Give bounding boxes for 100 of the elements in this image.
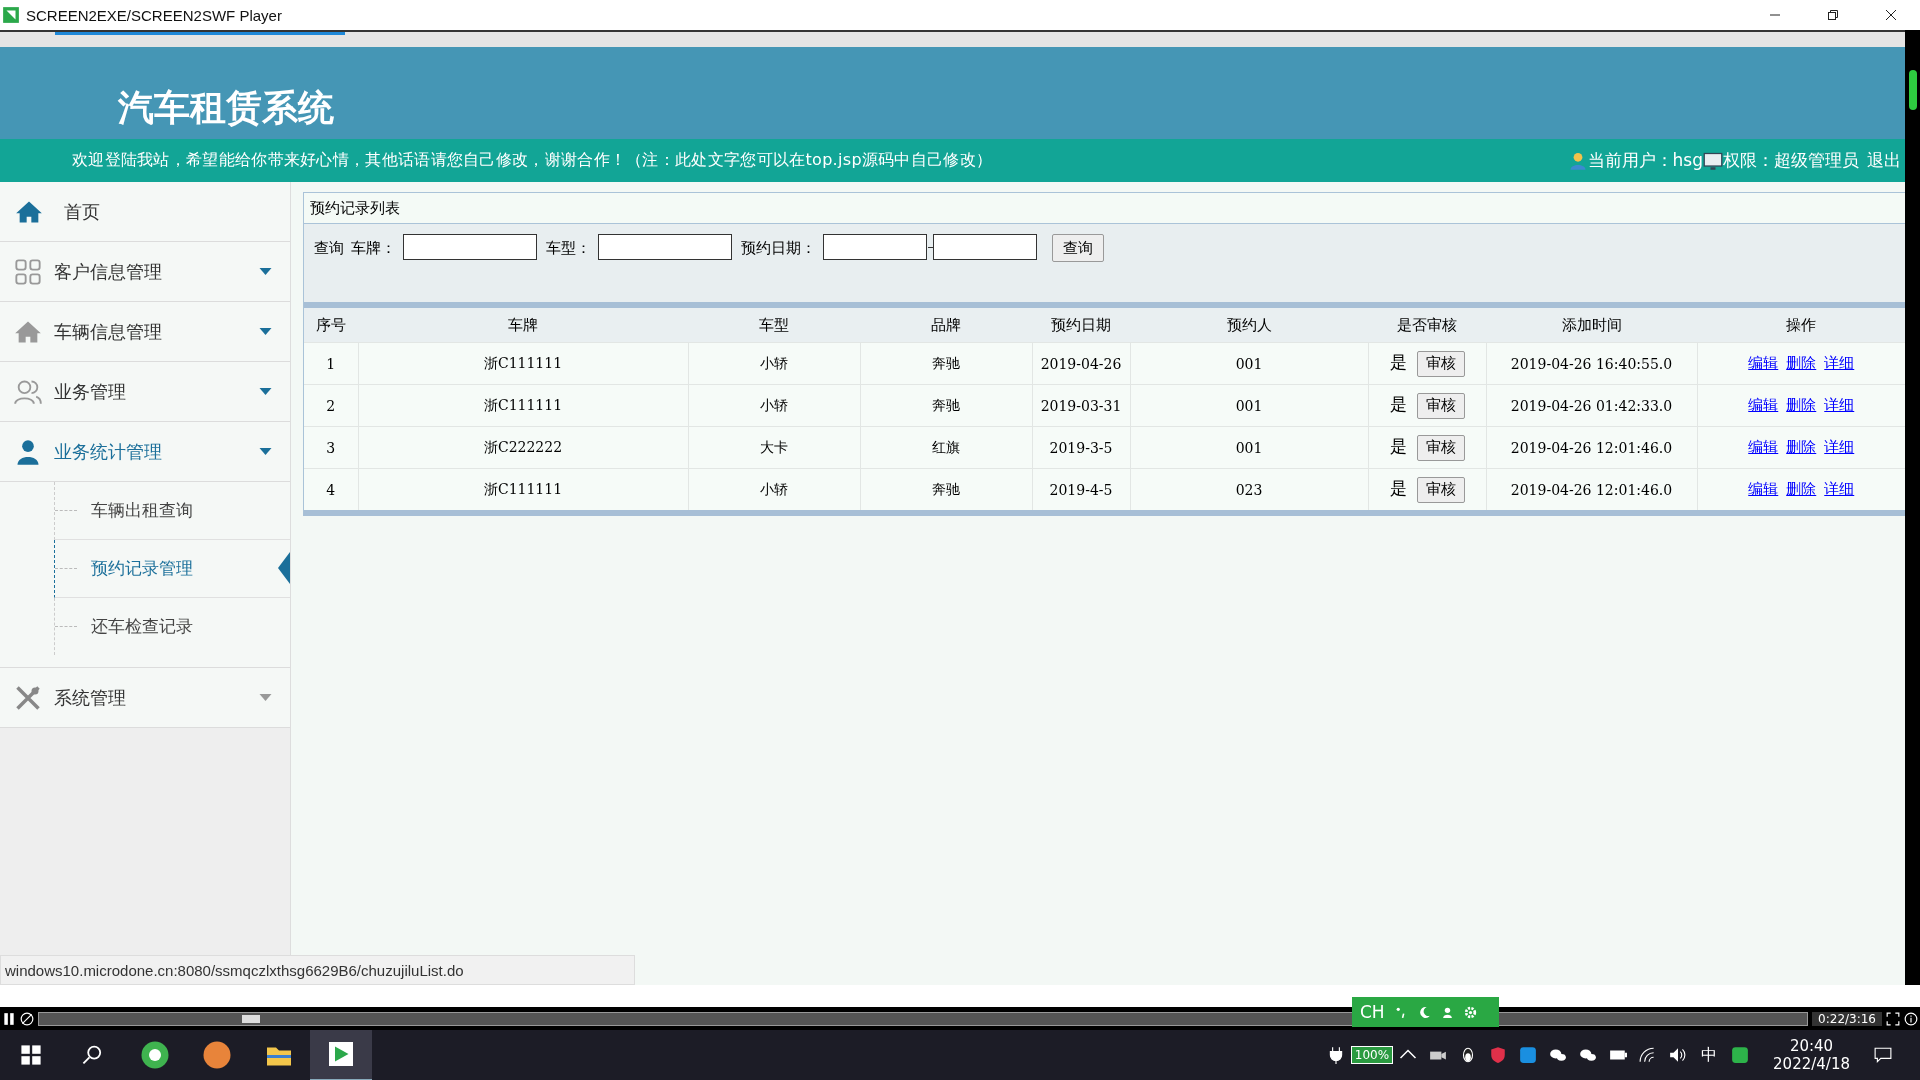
- table-cell: 浙C111111: [358, 384, 688, 427]
- clock-date: 2022/4/18: [1773, 1055, 1850, 1073]
- app-tile-icon[interactable]: [1519, 1046, 1538, 1064]
- fullscreen-icon[interactable]: [1886, 1011, 1900, 1026]
- restore-icon[interactable]: [1827, 9, 1839, 21]
- action-link[interactable]: 删除: [1786, 354, 1817, 372]
- input-field[interactable]: [933, 234, 1037, 260]
- table-cell: 2019-04-26 01:42:33.0: [1486, 384, 1697, 427]
- column-header: 预约日期: [1032, 308, 1130, 343]
- status-url: windows10.microdone.cn:8080/ssmqczlxthsg6629B6/chuzujiluList.do: [0, 955, 635, 985]
- table-cell: 小轿: [688, 342, 860, 385]
- table-cell: 4: [304, 468, 358, 510]
- chat-icon[interactable]: [1549, 1046, 1568, 1064]
- action-link[interactable]: 删除: [1786, 396, 1817, 414]
- table-cell: 023: [1130, 468, 1368, 510]
- action-link[interactable]: 编辑: [1748, 396, 1779, 414]
- audit-status: 是: [1389, 352, 1407, 372]
- table-cell: 大卡: [688, 426, 860, 469]
- column-header: 预约人: [1130, 308, 1368, 343]
- table-cell: 奔驰: [860, 342, 1032, 385]
- table-cell: 2019-04-26 12:01:46.0: [1486, 468, 1697, 510]
- app-square-icon[interactable]: [1731, 1046, 1750, 1064]
- battery-level: 100%: [1350, 1046, 1394, 1064]
- table-cell: 奔驰: [860, 468, 1032, 510]
- action-link[interactable]: 详细: [1824, 438, 1855, 456]
- table-cell: 001: [1130, 342, 1368, 385]
- table-cell: 奔驰: [860, 384, 1032, 427]
- gear-icon[interactable]: [1463, 1005, 1477, 1019]
- caret-icon: [259, 387, 272, 396]
- column-header: 序号: [304, 308, 358, 343]
- table-cell: 001: [1130, 384, 1368, 427]
- table-cell: 小轿: [688, 468, 860, 510]
- monitor-icon: [1703, 150, 1723, 171]
- column-header: 操作: [1697, 308, 1905, 343]
- search-label: 查询: [314, 238, 344, 259]
- column-header: 车牌: [358, 308, 688, 343]
- user-role: 权限：超级管理员: [1723, 149, 1859, 172]
- input-field[interactable]: [598, 234, 732, 260]
- audit-button[interactable]: 审核: [1416, 392, 1465, 419]
- audit-button[interactable]: 审核: [1416, 476, 1465, 503]
- action-link[interactable]: 删除: [1786, 480, 1817, 498]
- table-cell: 2019-04-26: [1032, 342, 1130, 385]
- table-cell: 2019-3-5: [1032, 426, 1130, 469]
- pause-icon[interactable]: [2, 1011, 16, 1026]
- tools-icon: [14, 683, 42, 712]
- stop-icon[interactable]: [20, 1011, 34, 1026]
- column-header: 添加时间: [1486, 308, 1697, 343]
- action-link[interactable]: 编辑: [1748, 480, 1779, 498]
- caret-icon: [259, 693, 272, 702]
- chat-icon[interactable]: [1579, 1046, 1598, 1064]
- shield-icon[interactable]: [1489, 1046, 1508, 1064]
- field-label: 车牌：: [351, 238, 396, 259]
- table-cell: 浙C222222: [358, 426, 688, 469]
- action-link[interactable]: 详细: [1824, 354, 1855, 372]
- search-button[interactable]: 查询: [1052, 234, 1104, 262]
- submenu-item[interactable]: 预约记录管理: [54, 540, 290, 598]
- audit-status: 是: [1389, 394, 1407, 414]
- column-header: 车型: [688, 308, 860, 343]
- table-cell: 2019-04-26 16:40:55.0: [1486, 342, 1697, 385]
- field-label: 预约日期：: [741, 238, 816, 259]
- column-header: 是否审核: [1368, 308, 1486, 343]
- moon-icon[interactable]: [1417, 1005, 1431, 1019]
- action-link[interactable]: 编辑: [1748, 354, 1779, 372]
- action-link[interactable]: 删除: [1786, 438, 1817, 456]
- action-link[interactable]: 详细: [1824, 396, 1855, 414]
- table-cell: 001: [1130, 426, 1368, 469]
- input-field[interactable]: [823, 234, 927, 260]
- submenu-item[interactable]: 车辆出租查询: [54, 482, 290, 540]
- caret-icon: [259, 267, 272, 276]
- action-link[interactable]: 详细: [1824, 480, 1855, 498]
- info-icon[interactable]: [1904, 1011, 1918, 1026]
- action-link[interactable]: 编辑: [1748, 438, 1779, 456]
- table-cell: 红旗: [860, 426, 1032, 469]
- close-icon[interactable]: [1885, 9, 1897, 21]
- person-icon[interactable]: [1440, 1005, 1454, 1019]
- audit-button[interactable]: 审核: [1416, 434, 1465, 461]
- caret-icon: [259, 327, 272, 336]
- audit-button[interactable]: 审核: [1416, 350, 1465, 377]
- table-cell: 2019-04-26 12:01:46.0: [1486, 426, 1697, 469]
- progress-thumb[interactable]: [242, 1014, 261, 1023]
- table-cell: 2019-4-5: [1032, 468, 1130, 510]
- player-app-icon[interactable]: [310, 1029, 372, 1080]
- playback-time: 0:22/3:16: [1812, 1011, 1882, 1026]
- audit-status: 是: [1389, 436, 1407, 456]
- table-cell: 浙C111111: [358, 342, 688, 385]
- submenu-item[interactable]: 还车检查记录: [54, 598, 290, 655]
- notification-icon[interactable]: [1874, 1046, 1892, 1064]
- audit-status: 是: [1389, 478, 1407, 498]
- system-title: 汽车租赁系统: [118, 86, 334, 130]
- clock[interactable]: 20:40 2022/4/18: [1773, 1037, 1850, 1073]
- speaker-icon[interactable]: [1669, 1046, 1688, 1064]
- field-label: 车型：: [546, 238, 591, 259]
- table-cell: 小轿: [688, 384, 860, 427]
- caret-icon: [259, 447, 272, 456]
- grid-icon: [14, 257, 42, 286]
- input-method[interactable]: 中: [1701, 1044, 1718, 1066]
- table-cell: 3: [304, 426, 358, 469]
- input-field[interactable]: [403, 234, 537, 260]
- current-user: 当前用户：hsg: [1587, 149, 1703, 172]
- table-cell: 2019-03-31: [1032, 384, 1130, 427]
